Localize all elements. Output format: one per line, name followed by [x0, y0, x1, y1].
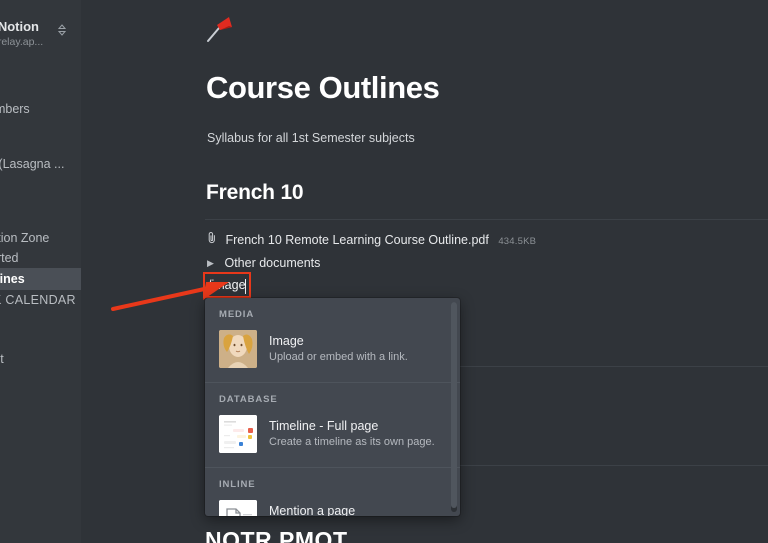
sidebar-item-members[interactable]: embers: [0, 98, 81, 120]
chevron-up-down-glyph: [57, 24, 67, 36]
chevron-up-down-icon[interactable]: [57, 23, 67, 37]
page-content: Course Outlines Syllabus for all 1st Sem…: [81, 0, 768, 543]
menu-item-desc: Upload or embed with a link.: [269, 350, 408, 363]
workspace-switcher[interactable]: s Notion vaterelay.ap...: [0, 19, 81, 57]
paperclip-icon: [207, 231, 217, 247]
menu-item-text: Image Upload or embed with a link.: [269, 334, 408, 365]
toggle-other-documents[interactable]: ▶ Other documents: [207, 256, 320, 270]
sidebar-item-label: tlines: [0, 272, 25, 286]
sidebar-item-label: arted: [0, 251, 19, 265]
sidebar-item-label: K CALENDAR: [0, 293, 76, 307]
menu-item-title: Image: [269, 333, 304, 348]
sidebar-item-list[interactable]: st: [0, 348, 81, 370]
slash-command-input[interactable]: [205, 274, 249, 296]
menu-item-title: Mention a page: [269, 503, 356, 517]
menu-item-timeline-full-page[interactable]: Timeline - Full page Create a timeline a…: [205, 411, 460, 459]
menu-item-text: Mention a page Mention a page and place …: [269, 504, 431, 517]
page-subtitle[interactable]: Syllabus for all 1st Semester subjects: [207, 131, 415, 145]
mention-page-glyph: [219, 500, 257, 516]
text-caret: [245, 279, 246, 294]
menu-item-desc: Create a timeline as its own page.: [269, 435, 435, 448]
page-title[interactable]: Course Outlines: [206, 70, 440, 106]
section-heading-french-10[interactable]: French 10: [206, 181, 304, 205]
mention-page-thumbnail-icon: [219, 500, 257, 516]
pushpin-glyph: [207, 17, 232, 42]
timeline-page-glyph: [219, 415, 257, 453]
menu-item-mention-a-page[interactable]: Mention a page Mention a page and place …: [205, 496, 460, 516]
sidebar-item-course-outlines[interactable]: tlines: [0, 268, 81, 290]
menu-item-title: Timeline - Full page: [269, 418, 379, 433]
sidebar-item-label: st: [0, 352, 4, 366]
sidebar-item-construction-zone[interactable]: ction Zone: [0, 227, 81, 249]
attachment-row[interactable]: French 10 Remote Learning Course Outline…: [207, 231, 536, 247]
sidebar-item-calendar[interactable]: K CALENDAR: [0, 289, 81, 311]
sidebar-item-label: embers: [0, 102, 30, 116]
slash-command-menu[interactable]: MEDIA Image Upload or embed with a link.: [205, 298, 460, 516]
attachment-size: 434.5KB: [498, 236, 537, 247]
menu-group-label-database: DATABASE: [219, 394, 278, 405]
attachment-name: French 10 Remote Learning Course Outline…: [225, 233, 489, 247]
sidebar-item-lasagna[interactable]: e (Lasagna ...: [0, 153, 81, 175]
workspace-subtitle: vaterelay.ap...: [0, 36, 44, 48]
workspace-name: s Notion: [0, 19, 39, 34]
menu-item-image[interactable]: Image Upload or embed with a link.: [205, 326, 460, 374]
sidebar-item-label: ction Zone: [0, 231, 50, 245]
toggle-label: Other documents: [224, 256, 321, 270]
sidebar-item-get-started[interactable]: arted: [0, 247, 81, 269]
paperclip-glyph: [208, 232, 215, 244]
venus-painting-thumbnail-icon: [219, 330, 257, 368]
timeline-page-thumbnail-icon: [219, 415, 257, 453]
menu-group-label-media: MEDIA: [219, 309, 255, 320]
triangle-right-icon[interactable]: ▶: [207, 258, 221, 269]
menu-item-text: Timeline - Full page Create a timeline a…: [269, 419, 435, 450]
pushpin-emoji-icon[interactable]: [205, 14, 237, 49]
slash-command-annotation-box: [203, 272, 251, 298]
venus-painting-glyph: [219, 330, 257, 368]
divider: [205, 219, 768, 220]
menu-group-label-inline: INLINE: [219, 479, 256, 490]
sidebar: s Notion vaterelay.ap... embers e (Lasag…: [0, 0, 82, 543]
menu-scrollbar-thumb[interactable]: [451, 302, 457, 508]
sidebar-item-label: e (Lasagna ...: [0, 157, 65, 171]
section-heading-bottom[interactable]: NOTR PMOT: [205, 527, 348, 543]
